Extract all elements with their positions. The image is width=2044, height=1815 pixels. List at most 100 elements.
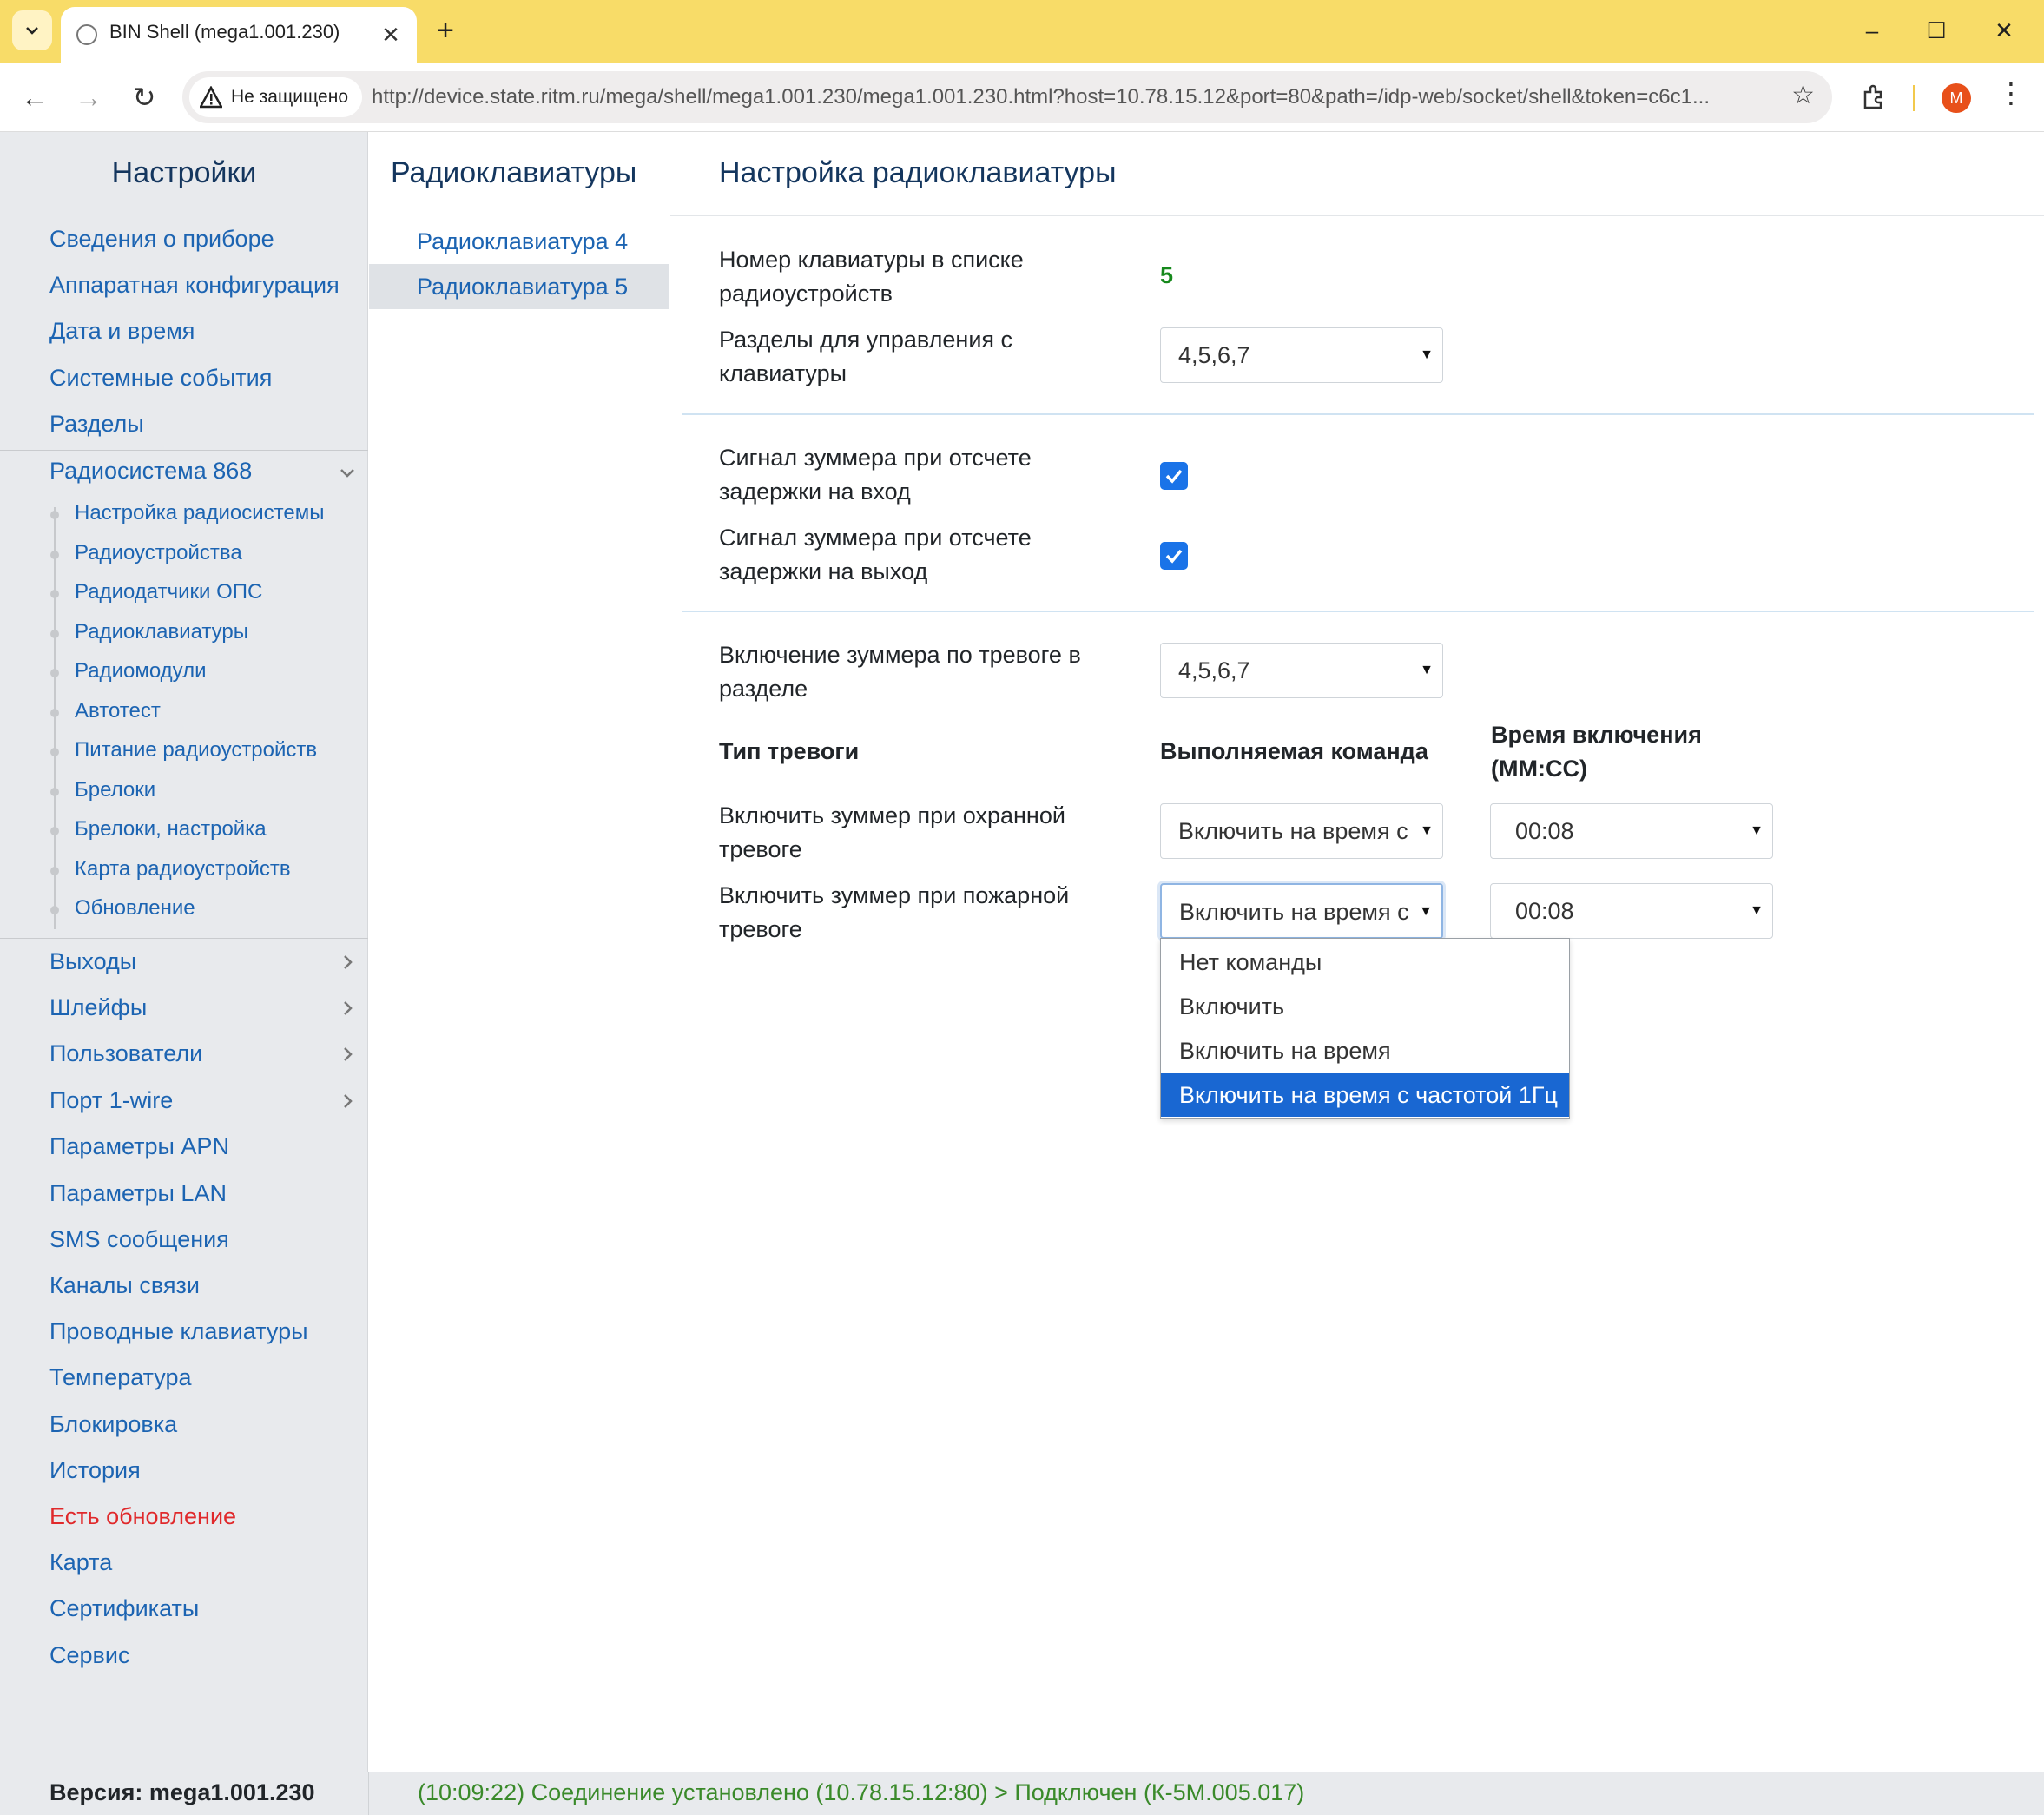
sidebar-subitem-radio-setup[interactable]: Настройка радиосистемы [75, 501, 325, 525]
bullet-icon [50, 511, 59, 519]
dropdown-arrow-icon: ▼ [1416, 644, 1434, 697]
sidebar-item-wired-keypads[interactable]: Проводные клавиатуры [49, 1318, 308, 1345]
keypad-number-label: Номер клавиатуры в списке радиоустройств [719, 247, 1024, 307]
dropdown-option-no-command[interactable]: Нет команды [1161, 940, 1569, 984]
profile-avatar[interactable]: M [1942, 83, 1971, 113]
sidebar-item-partitions[interactable]: Разделы [49, 411, 144, 438]
status-bar: Версия: mega1.001.230 (10:09:22) Соедине… [0, 1772, 2044, 1815]
sidebar-item-history[interactable]: История [49, 1457, 141, 1484]
bullet-icon [50, 669, 59, 677]
bullet-icon [50, 551, 59, 559]
sidebar-item-service[interactable]: Сервис [49, 1642, 129, 1669]
tab-search-button[interactable] [12, 10, 52, 50]
page-title: Настройка радиоклавиатуры [719, 156, 1117, 189]
bullet-icon [50, 867, 59, 875]
chevron-right-icon[interactable] [337, 1091, 358, 1112]
section-divider [682, 610, 2034, 612]
maximize-button[interactable]: ☐ [1910, 9, 1962, 52]
dropdown-option-on-timed-1hz[interactable]: Включить на время с частотой 1Гц [1161, 1073, 1569, 1117]
guard-alarm-command-select[interactable]: Включить на время с ▼ [1160, 803, 1443, 859]
sidebar-subitem-radio-devices[interactable]: Радиоустройства [75, 541, 242, 565]
guard-alarm-command-value: Включить на время с [1178, 818, 1408, 844]
dropdown-option-on[interactable]: Включить [1161, 985, 1569, 1028]
sidebar-item-date-time[interactable]: Дата и время [49, 318, 195, 345]
sidebar-item-certificates[interactable]: Сертификаты [49, 1595, 199, 1622]
section-divider [682, 413, 2034, 415]
sidebar-item-loops[interactable]: Шлейфы [49, 994, 147, 1021]
bookmark-star-icon[interactable]: ☆ [1791, 80, 1815, 110]
sidebar-item-1wire-port[interactable]: Порт 1-wire [49, 1087, 173, 1114]
chevron-right-icon[interactable] [337, 998, 358, 1019]
sidebar-item-channels[interactable]: Каналы связи [49, 1272, 200, 1299]
sidebar-subitem-radio-map[interactable]: Карта радиоустройств [75, 857, 291, 881]
sidebar-group-radiosystem[interactable]: Радиосистема 868 [49, 458, 252, 485]
sidebar-item-system-events[interactable]: Системные события [49, 365, 272, 392]
bullet-icon [50, 630, 59, 638]
sidebar-divider [0, 938, 368, 939]
chevron-down-icon[interactable] [337, 462, 358, 483]
globe-icon [76, 24, 97, 45]
keypad-item-5[interactable]: Радиоклавиатура 5 [369, 264, 669, 309]
partitions-select[interactable]: 4,5,6,7 ▼ [1160, 327, 1443, 383]
reload-button[interactable]: ↻ [125, 78, 163, 116]
chevron-right-icon[interactable] [337, 1044, 358, 1065]
sidebar-subitem-radio-modules[interactable]: Радиомодули [75, 659, 207, 683]
fire-alarm-command-select[interactable]: Включить на время с ▼ [1160, 883, 1443, 939]
sidebar-item-temperature[interactable]: Температура [49, 1364, 192, 1391]
keypad-settings: Настройка радиоклавиатуры Номер клавиату… [670, 132, 2044, 1772]
dropdown-arrow-icon: ▼ [1416, 328, 1434, 382]
address-bar[interactable]: Не защищено http://device.state.ritm.ru/… [182, 71, 1832, 123]
sidebar-divider [0, 450, 368, 451]
sidebar-item-apn[interactable]: Параметры APN [49, 1133, 229, 1160]
buzzer-exit-label: Сигнал зуммера при отсчете задержки на в… [719, 525, 1032, 584]
sidebar-item-device-info[interactable]: Сведения о приборе [49, 226, 274, 253]
sidebar-item-lan[interactable]: Параметры LAN [49, 1180, 227, 1207]
sidebar-item-users[interactable]: Пользователи [49, 1040, 202, 1067]
browser-tab[interactable]: BIN Shell (mega1.001.230) ✕ [61, 7, 417, 63]
bullet-icon [50, 827, 59, 835]
sidebar-item-outputs[interactable]: Выходы [49, 948, 136, 975]
sidebar-item-lock[interactable]: Блокировка [49, 1411, 177, 1438]
back-button[interactable]: ← [16, 78, 54, 116]
new-tab-button[interactable]: + [427, 12, 464, 49]
forward-button[interactable]: → [69, 78, 108, 116]
sidebar-subitem-radio-power[interactable]: Питание радиоустройств [75, 738, 317, 762]
bullet-icon [50, 748, 59, 756]
sidebar-subitem-radio-keypads[interactable]: Радиоклавиатуры [75, 620, 248, 644]
bullet-icon [50, 788, 59, 796]
buzzer-alarm-select[interactable]: 4,5,6,7 ▼ [1160, 643, 1443, 698]
url-text[interactable]: http://device.state.ritm.ru/mega/shell/m… [372, 85, 1778, 109]
buzzer-exit-checkbox[interactable] [1160, 542, 1188, 570]
dropdown-option-on-timed[interactable]: Включить на время [1161, 1029, 1569, 1072]
close-window-button[interactable]: ✕ [1978, 9, 2030, 52]
buzzer-entry-checkbox[interactable] [1160, 462, 1188, 490]
sidebar-item-map[interactable]: Карта [49, 1549, 112, 1576]
browser-toolbar: ← → ↻ Не защищено http://device.state.ri… [0, 63, 2044, 132]
security-chip[interactable]: Не защищено [189, 77, 362, 117]
bullet-icon [50, 906, 59, 914]
sidebar-item-hardware-config[interactable]: Аппаратная конфигурация [49, 272, 340, 299]
close-tab-icon[interactable]: ✕ [373, 17, 408, 52]
checkmark-icon [1165, 549, 1183, 564]
checkmark-icon [1165, 469, 1183, 484]
fire-alarm-time-select[interactable]: 00:08 ▼ [1490, 883, 1773, 939]
sidebar-subitem-keyfobs[interactable]: Брелоки [75, 778, 155, 802]
dropdown-arrow-icon: ▼ [1416, 804, 1434, 858]
extensions-icon[interactable] [1858, 82, 1889, 113]
partitions-select-value: 4,5,6,7 [1178, 342, 1250, 368]
menu-kebab-icon[interactable]: ⋮ [1997, 76, 2025, 109]
sidebar-subitem-update[interactable]: Обновление [75, 896, 195, 921]
sidebar-item-sms[interactable]: SMS сообщения [49, 1226, 229, 1253]
sidebar-item-update-available[interactable]: Есть обновление [49, 1503, 236, 1530]
partitions-label: Разделы для управления с клавиатуры [719, 327, 1013, 386]
sidebar-subitem-radio-sensors[interactable]: Радиодатчики ОПС [75, 580, 262, 604]
guard-alarm-time-value: 00:08 [1515, 818, 1574, 844]
col-time-header: Время включения (ММ:СС) [1491, 722, 1702, 782]
guard-alarm-time-select[interactable]: 00:08 ▼ [1490, 803, 1773, 859]
chevron-right-icon[interactable] [337, 952, 358, 973]
minimize-button[interactable]: – [1846, 9, 1898, 52]
keypad-item-4[interactable]: Радиоклавиатура 4 [369, 219, 669, 264]
sidebar-subitem-autotest[interactable]: Автотест [75, 699, 161, 723]
sidebar-title: Настройки [111, 156, 257, 189]
sidebar-subitem-keyfobs-setup[interactable]: Брелоки, настройка [75, 817, 267, 842]
